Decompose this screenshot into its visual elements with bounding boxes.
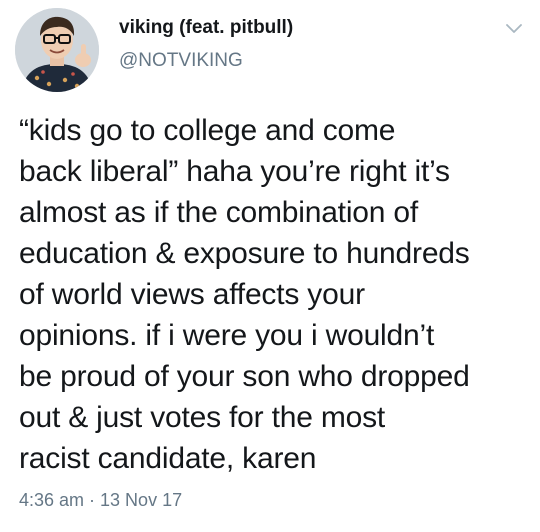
avatar[interactable]	[15, 8, 99, 92]
avatar-image	[15, 8, 99, 92]
tweet-card: viking (feat. pitbull) @NOTVIKING “kids …	[0, 0, 540, 532]
tweet-text: “kids go to college and come back libera…	[19, 114, 470, 475]
display-name[interactable]: viking (feat. pitbull)	[119, 17, 293, 39]
tweet-timestamp[interactable]: 4:36 am · 13 Nov 17	[19, 490, 182, 511]
user-handle[interactable]: @NOTVIKING	[119, 50, 243, 72]
chevron-down-icon[interactable]	[504, 22, 524, 36]
